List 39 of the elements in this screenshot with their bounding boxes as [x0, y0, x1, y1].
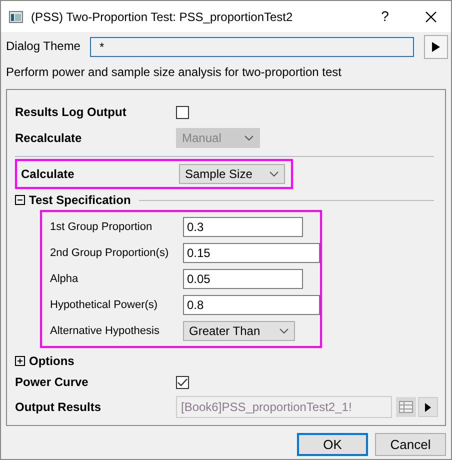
menu-button[interactable]: [424, 35, 448, 59]
caret-icon: [244, 135, 254, 141]
caret-icon: [279, 328, 289, 334]
dropdown[interactable]: Sample Size: [179, 164, 285, 184]
cancel-button[interactable]: Cancel: [375, 433, 446, 456]
theme-field[interactable]: *: [90, 37, 414, 57]
field-label: Alternative Hypothesis: [50, 324, 160, 339]
section-heading: Test Specification: [29, 192, 131, 209]
field-label: Dialog Theme: [6, 38, 80, 55]
input-field[interactable]: 0.3: [183, 217, 303, 237]
input-field[interactable]: 0.8: [183, 295, 320, 315]
caret-icon: [269, 171, 279, 177]
section-heading: Options: [29, 353, 74, 370]
field-label: Calculate: [21, 166, 76, 183]
checkbox[interactable]: [176, 376, 189, 388]
description-text: Perform power and sample size analysis for two-proportion test: [5, 64, 342, 81]
menu-button[interactable]: [418, 397, 438, 417]
expand-icon[interactable]: [15, 356, 25, 366]
field-label: 2nd Group Proportion(s): [50, 246, 170, 261]
dropdown[interactable]: Greater Than: [183, 321, 295, 341]
close-icon[interactable]: [425, 10, 437, 22]
input-field[interactable]: 0.15: [183, 243, 320, 263]
play-icon: [425, 402, 431, 412]
field-label: Output Results: [15, 399, 102, 416]
checkbox[interactable]: [176, 106, 189, 118]
collapse-icon[interactable]: [15, 195, 25, 205]
app-icon: [9, 10, 23, 22]
input-field[interactable]: 0.05: [183, 269, 303, 289]
table-icon: [399, 401, 413, 413]
play-icon: [432, 42, 440, 52]
help-button[interactable]: ?: [367, 6, 403, 27]
field-label: 1st Group Proportion: [50, 220, 154, 235]
field-label: Results Log Output: [15, 104, 128, 121]
window-title: (PSS) Two-Proportion Test: PSS_proportionTest2: [31, 8, 294, 26]
field-label: Hypothetical Power(s): [50, 298, 159, 313]
field-label: Alpha: [50, 272, 80, 287]
field-label: Recalculate: [15, 130, 83, 147]
field-label: Power Curve: [15, 374, 90, 391]
ok-button[interactable]: OK: [297, 433, 368, 456]
